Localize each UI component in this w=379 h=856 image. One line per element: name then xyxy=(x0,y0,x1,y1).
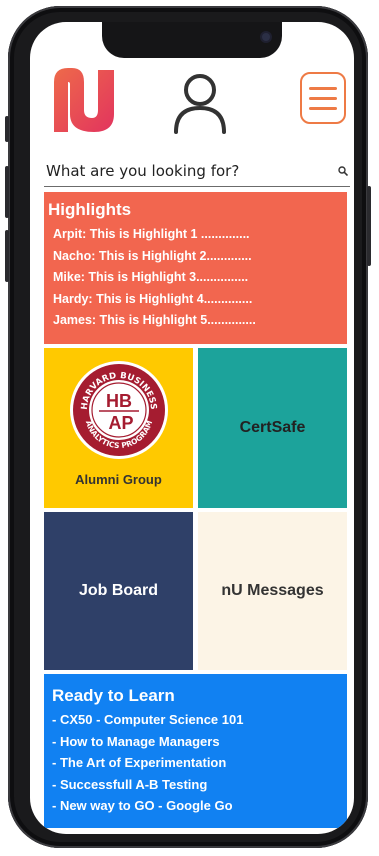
nu-messages-label: nU Messages xyxy=(221,582,324,599)
seal-letters-top: HB xyxy=(106,391,132,411)
alumni-group-label: Alumni Group xyxy=(75,472,162,487)
course-item[interactable]: - CX50 - Computer Science 101 xyxy=(52,709,347,731)
highlights-panel[interactable]: Highlights Arpit: This is Highlight 1 ..… xyxy=(44,192,347,344)
hbap-seal-logo: HARVARD BUSINESS ANALYTICS PROGRAM HB AP xyxy=(70,361,168,459)
course-item[interactable]: - How to Manage Managers xyxy=(52,731,347,753)
menu-bar xyxy=(309,97,337,100)
certsafe-label: CertSafe xyxy=(239,419,306,436)
alumni-group-tile[interactable]: HARVARD BUSINESS ANALYTICS PROGRAM HB AP… xyxy=(44,348,193,508)
course-item[interactable]: - Successfull A-B Testing xyxy=(52,774,347,796)
volume-down-button xyxy=(5,230,9,282)
camera-icon xyxy=(262,33,270,41)
volume-up-button xyxy=(5,166,9,218)
nu-messages-tile[interactable]: nU Messages xyxy=(198,512,347,670)
seal-letters-bottom: AP xyxy=(108,413,133,433)
highlight-item[interactable]: Hardy: This is Highlight 4.............. xyxy=(53,289,347,311)
search-bar xyxy=(44,158,350,187)
nu-logo-icon[interactable] xyxy=(50,66,118,134)
power-button xyxy=(367,186,371,266)
course-item[interactable]: - New way to GO - Google Go xyxy=(52,795,347,817)
highlight-item[interactable]: James: This is Highlight 5.............. xyxy=(53,310,347,332)
search-input[interactable] xyxy=(44,158,326,184)
menu-bar xyxy=(309,87,337,90)
mute-switch xyxy=(5,116,9,142)
highlight-item[interactable]: Nacho: This is Highlight 2............. xyxy=(53,246,347,268)
app-screen: Highlights Arpit: This is Highlight 1 ..… xyxy=(30,22,354,834)
menu-bar xyxy=(309,107,337,110)
course-item[interactable]: - The Art of Experimentation xyxy=(52,752,347,774)
phone-notch xyxy=(102,22,282,58)
certsafe-tile[interactable]: CertSafe xyxy=(198,348,347,508)
highlights-title: Highlights xyxy=(48,200,132,219)
highlights-list: Arpit: This is Highlight 1 .............… xyxy=(48,224,347,332)
highlight-item[interactable]: Arpit: This is Highlight 1 .............… xyxy=(53,224,347,246)
ready-to-learn-panel[interactable]: Ready to Learn - CX50 - Computer Science… xyxy=(44,674,347,828)
search-icon[interactable] xyxy=(338,166,348,176)
highlight-item[interactable]: Mike: This is Highlight 3............... xyxy=(53,267,347,289)
job-board-label: Job Board xyxy=(78,582,159,599)
user-profile-icon[interactable] xyxy=(170,70,230,134)
ready-to-learn-title: Ready to Learn xyxy=(52,686,175,705)
course-list: - CX50 - Computer Science 101 - How to M… xyxy=(52,709,347,817)
job-board-tile[interactable]: Job Board xyxy=(44,512,193,670)
hamburger-menu-button[interactable] xyxy=(300,72,346,124)
